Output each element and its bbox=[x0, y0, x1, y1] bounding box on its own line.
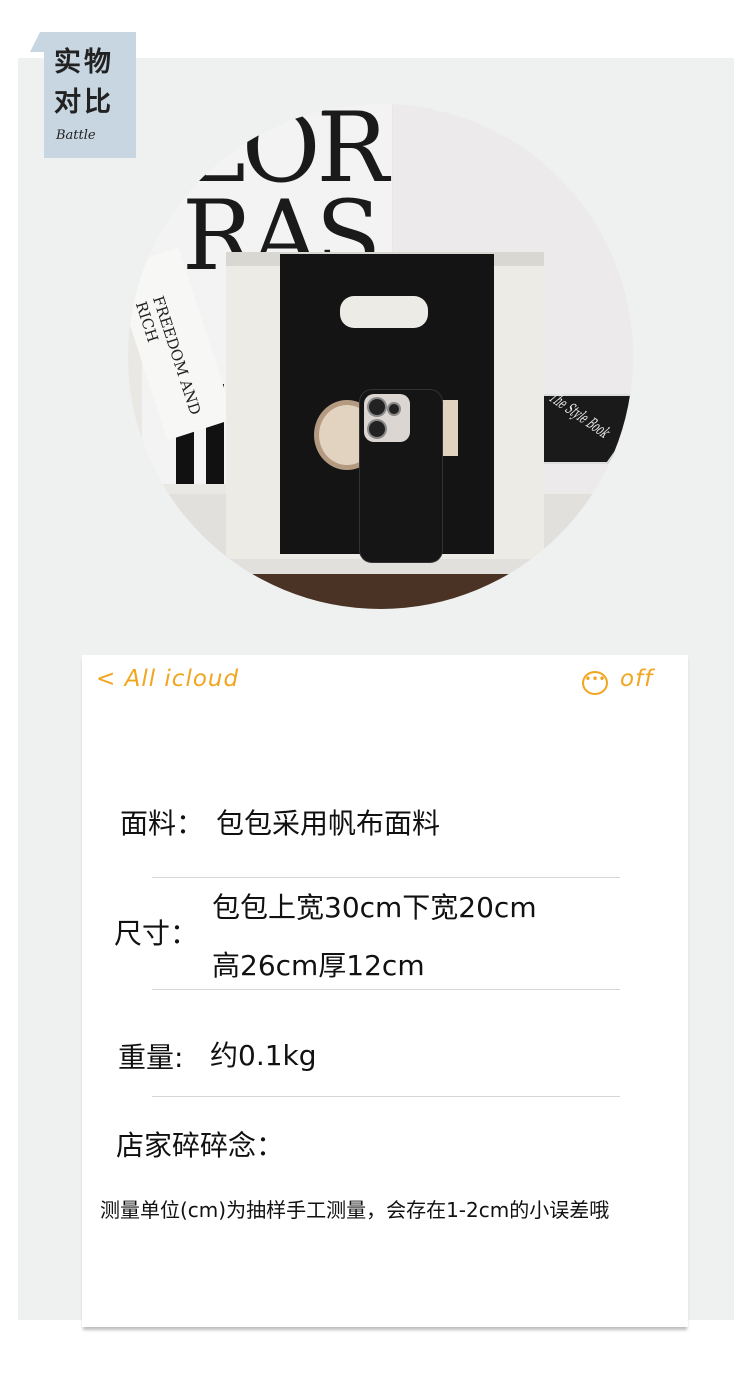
badge-title-line2: 对比 bbox=[54, 87, 114, 118]
camera-lens bbox=[389, 404, 399, 414]
material-value: 包包采用帆布面料 bbox=[216, 807, 441, 840]
more-icon[interactable]: ••• bbox=[582, 671, 608, 695]
phone-camera bbox=[364, 394, 410, 442]
size-label: 尺寸： bbox=[114, 917, 199, 950]
divider bbox=[152, 989, 620, 990]
divider bbox=[152, 877, 620, 878]
table bbox=[128, 574, 633, 609]
back-link[interactable]: < All icloud bbox=[96, 666, 239, 692]
divider bbox=[152, 1096, 620, 1097]
book-title: The Style Book bbox=[544, 389, 616, 441]
camera-lens bbox=[369, 399, 385, 415]
badge-title-line1: 实物 bbox=[54, 47, 114, 78]
size-value-line2: 高26cm厚12cm bbox=[212, 949, 425, 982]
off-label[interactable]: off bbox=[620, 666, 653, 692]
notes-label: 店家碎碎念： bbox=[116, 1129, 285, 1162]
weight-label: 重量: bbox=[118, 1041, 184, 1074]
weight-value: 约0.1kg bbox=[210, 1039, 317, 1072]
notes-text: 测量单位(cm)为抽样手工测量，会存在1-2cm的小误差哦 bbox=[100, 1198, 610, 1222]
material-label: 面料： bbox=[120, 807, 205, 840]
spec-card bbox=[82, 655, 688, 1327]
camera-lens bbox=[369, 421, 385, 437]
bag-handle-cutout bbox=[340, 296, 428, 328]
product-photo: LOR RAS FREEDOM AND RICH The Style Book bbox=[128, 104, 633, 609]
size-value-line1: 包包上宽30cm下宽20cm bbox=[212, 891, 537, 924]
badge-subtitle: Battle bbox=[56, 128, 96, 143]
